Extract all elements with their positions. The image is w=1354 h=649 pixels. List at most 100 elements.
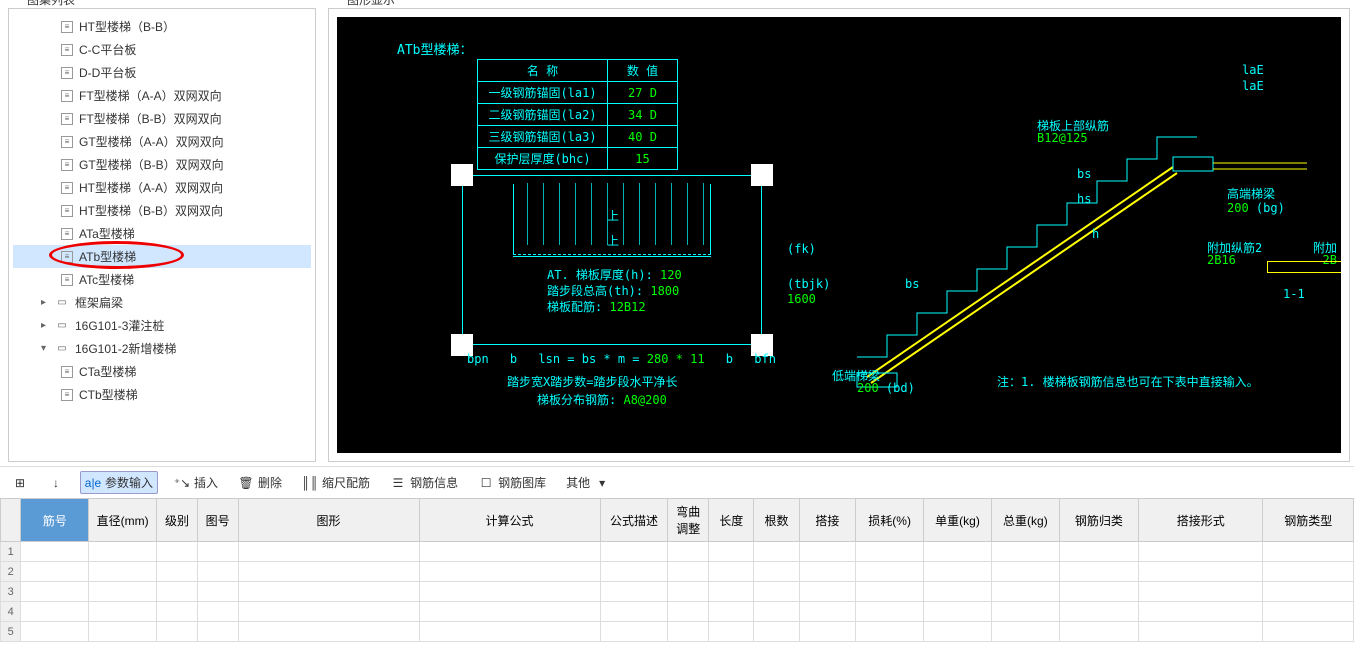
insert-button[interactable]: ⁺↘插入 [170, 472, 222, 493]
grid-cell[interactable] [600, 582, 668, 602]
tree-item[interactable]: ≡HT型楼梯（B-B） [13, 15, 311, 38]
grid-cell[interactable] [754, 622, 799, 642]
grid-header[interactable]: 图号 [197, 499, 238, 542]
grid-cell[interactable] [21, 542, 89, 562]
grid-cell[interactable] [89, 542, 157, 562]
grid-cell[interactable] [89, 602, 157, 622]
grid-header[interactable]: 损耗(%) [856, 499, 924, 542]
grid-header[interactable]: 计算公式 [419, 499, 600, 542]
scale-rebar-button[interactable]: ║║缩尺配筋 [298, 472, 374, 493]
grid-cell[interactable] [799, 542, 856, 562]
grid-cell[interactable] [1263, 582, 1354, 602]
tree-item[interactable]: ≡D-D平台板 [13, 61, 311, 84]
tree-item[interactable]: ≡FT型楼梯（A-A）双网双向 [13, 84, 311, 107]
grid-cell[interactable] [21, 562, 89, 582]
tree-item[interactable]: ≡C-C平台板 [13, 38, 311, 61]
grid-cell[interactable] [668, 562, 709, 582]
grid-cell[interactable] [21, 582, 89, 602]
grid-cell[interactable] [1263, 622, 1354, 642]
grid-header[interactable]: 搭接 [799, 499, 856, 542]
grid-cell[interactable] [21, 622, 89, 642]
tree-item[interactable]: ≡ATa型楼梯 [13, 222, 311, 245]
grid-cell[interactable] [238, 562, 419, 582]
grid-cell[interactable] [991, 582, 1059, 602]
tree-item[interactable]: ≡FT型楼梯（B-B）双网双向 [13, 107, 311, 130]
grid-cell[interactable] [754, 562, 799, 582]
grid-cell[interactable] [238, 582, 419, 602]
grid-header[interactable]: 弯曲调整 [668, 499, 709, 542]
grid-cell[interactable] [924, 602, 992, 622]
grid-cell[interactable] [924, 562, 992, 582]
grid-cell[interactable] [197, 542, 238, 562]
grid-cell[interactable] [668, 542, 709, 562]
grid-cell[interactable] [799, 562, 856, 582]
grid-cell[interactable] [991, 562, 1059, 582]
expand-button[interactable]: ⊞ [8, 473, 32, 493]
grid-cell[interactable] [799, 582, 856, 602]
grid-cell[interactable] [668, 582, 709, 602]
grid-header[interactable]: 公式描述 [600, 499, 668, 542]
grid-header[interactable]: 直径(mm) [89, 499, 157, 542]
tree-item[interactable]: ≡HT型楼梯（A-A）双网双向 [13, 176, 311, 199]
arrow-down-button[interactable]: ↓ [44, 473, 68, 493]
tree-item[interactable]: ≡HT型楼梯（B-B）双网双向 [13, 199, 311, 222]
tree-item[interactable]: ▾▭16G101-2新增楼梯 [13, 337, 311, 360]
grid-cell[interactable] [238, 622, 419, 642]
grid-cell[interactable] [709, 542, 754, 562]
tree-item[interactable]: ≡GT型楼梯（B-B）双网双向 [13, 153, 311, 176]
grid-cell[interactable] [1139, 542, 1263, 562]
grid-cell[interactable] [1139, 622, 1263, 642]
grid-cell[interactable] [1139, 582, 1263, 602]
grid-cell[interactable] [709, 622, 754, 642]
grid-cell[interactable] [754, 582, 799, 602]
grid-header[interactable]: 钢筋类型 [1263, 499, 1354, 542]
grid-cell[interactable] [754, 602, 799, 622]
grid-header[interactable]: 总重(kg) [991, 499, 1059, 542]
param-input-button[interactable]: a|e参数输入 [80, 471, 158, 494]
grid-cell[interactable] [924, 582, 992, 602]
grid-cell[interactable] [856, 562, 924, 582]
grid-header[interactable]: 图形 [238, 499, 419, 542]
grid-cell[interactable] [991, 602, 1059, 622]
grid-cell[interactable] [238, 602, 419, 622]
grid-cell[interactable] [21, 602, 89, 622]
grid-cell[interactable] [157, 622, 198, 642]
grid-header[interactable]: 级别 [157, 499, 198, 542]
grid-cell[interactable] [600, 622, 668, 642]
tree-item[interactable]: ≡CTa型楼梯 [13, 360, 311, 383]
grid-cell[interactable] [709, 562, 754, 582]
grid-cell[interactable] [799, 602, 856, 622]
grid-header[interactable]: 单重(kg) [924, 499, 992, 542]
grid-cell[interactable] [89, 582, 157, 602]
grid-cell[interactable] [419, 582, 600, 602]
grid-cell[interactable] [991, 622, 1059, 642]
tree-item[interactable]: ≡ATc型楼梯 [13, 268, 311, 291]
rebar-lib-button[interactable]: ☐钢筋图库 [474, 472, 550, 493]
grid-cell[interactable] [1263, 562, 1354, 582]
grid-cell[interactable] [709, 602, 754, 622]
grid-cell[interactable] [668, 622, 709, 642]
grid-cell[interactable] [600, 562, 668, 582]
grid-cell[interactable] [754, 542, 799, 562]
grid-cell[interactable] [799, 622, 856, 642]
grid-cell[interactable] [157, 582, 198, 602]
grid-cell[interactable] [89, 562, 157, 582]
grid-cell[interactable] [709, 582, 754, 602]
grid-cell[interactable] [238, 542, 419, 562]
grid-cell[interactable] [1059, 582, 1138, 602]
grid-cell[interactable] [991, 542, 1059, 562]
grid-cell[interactable] [197, 602, 238, 622]
grid-cell[interactable] [1139, 562, 1263, 582]
grid-cell[interactable] [419, 602, 600, 622]
grid-cell[interactable] [419, 542, 600, 562]
grid-cell[interactable] [1059, 562, 1138, 582]
grid-cell[interactable] [856, 622, 924, 642]
grid-cell[interactable] [1059, 602, 1138, 622]
grid-cell[interactable] [1263, 602, 1354, 622]
grid-cell[interactable] [668, 602, 709, 622]
grid-cell[interactable] [856, 582, 924, 602]
grid-header[interactable]: 根数 [754, 499, 799, 542]
grid-cell[interactable] [157, 602, 198, 622]
grid-cell[interactable] [600, 542, 668, 562]
other-dropdown[interactable]: 其他▾ [562, 472, 614, 493]
